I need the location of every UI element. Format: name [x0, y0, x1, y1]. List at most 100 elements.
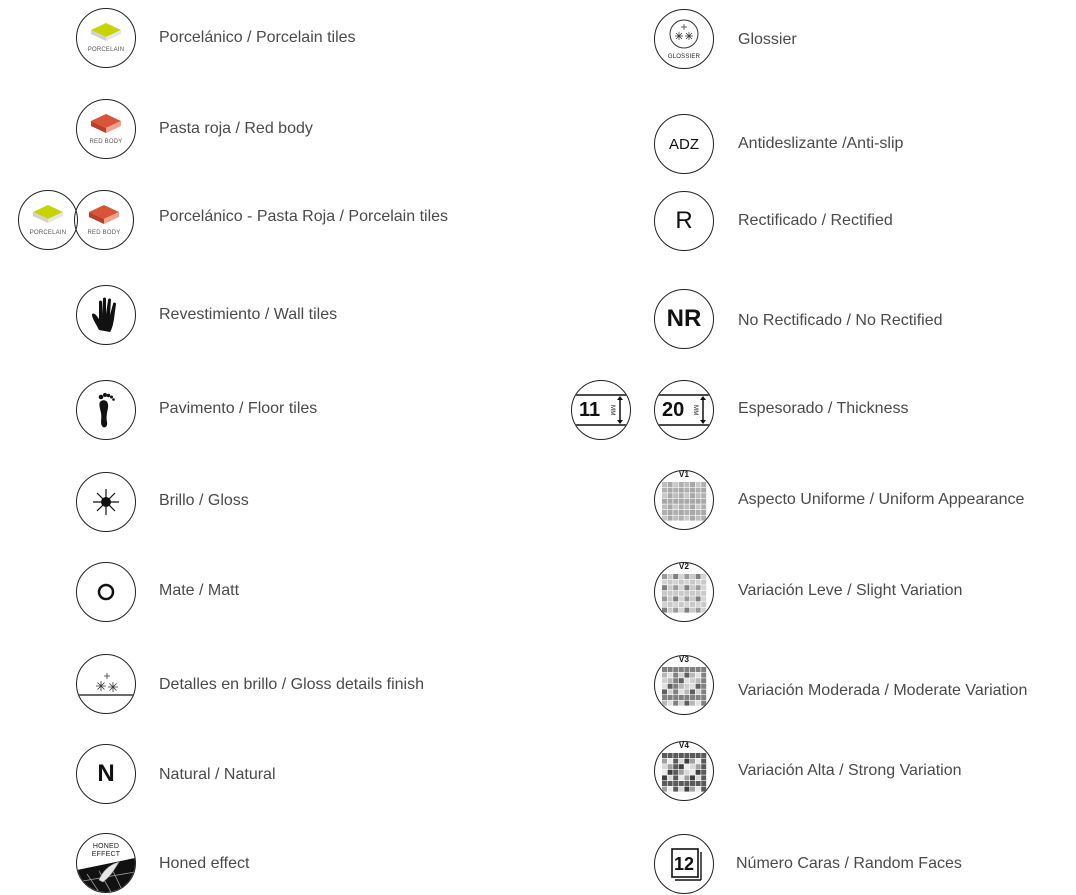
- variation-tile: [684, 498, 690, 504]
- variation-tile: [690, 585, 695, 591]
- variation-tile: [678, 769, 684, 775]
- variation-tile: [667, 672, 673, 678]
- variation-tile: [695, 510, 701, 515]
- variation-tile: [695, 786, 701, 792]
- legend-label: Espesorado / Thickness: [738, 400, 909, 417]
- legend-label: Antideslizante /Anti-slip: [738, 135, 904, 152]
- variation-tile: [662, 781, 667, 786]
- variation-tile: [684, 515, 690, 521]
- porcelain-caption: PORCELAIN: [87, 47, 125, 53]
- variation-tile: [695, 764, 701, 770]
- variation-tile: [684, 602, 690, 607]
- variation-tile: [667, 515, 673, 521]
- variation-tile: [673, 510, 679, 515]
- no-rectified-glyph: NR: [666, 305, 702, 332]
- variation-tile: [678, 758, 684, 764]
- variation-tile: [662, 753, 667, 758]
- variation-tile: [662, 775, 667, 781]
- variation-tile: [695, 753, 701, 758]
- variation-tile: [684, 695, 690, 700]
- variation-tile: [678, 498, 684, 504]
- variation-tile: [678, 504, 684, 510]
- variation-tile: [667, 695, 673, 700]
- variation-tile: [701, 574, 707, 579]
- variation-tile: [662, 769, 667, 775]
- porcelain-caption: PORCELAIN: [29, 230, 67, 236]
- variation-tile: [662, 607, 667, 613]
- variation-tile: [678, 602, 684, 607]
- variation-v2-icon: V2: [654, 562, 714, 622]
- variation-tile: [662, 596, 667, 602]
- honed-caption-2: EFFECT: [91, 851, 121, 858]
- variation-tile: [701, 764, 707, 770]
- variation-tile: [673, 678, 679, 684]
- variation-tile: [667, 689, 673, 695]
- variation-tile: [667, 781, 673, 786]
- legend-label: Glossier: [738, 31, 797, 48]
- variation-tile: [701, 786, 707, 792]
- variation-tile: [667, 487, 673, 493]
- variation-tile: [673, 590, 679, 596]
- variation-tile: [695, 590, 701, 596]
- variation-tile: [667, 602, 673, 607]
- variation-tile: [701, 493, 707, 499]
- variation-tile: [684, 769, 690, 775]
- variation-tile: [662, 672, 667, 678]
- variation-tile: [701, 753, 707, 758]
- variation-tile: [662, 667, 667, 672]
- variation-tile: [667, 678, 673, 684]
- honed-caption-1: HONED: [92, 843, 120, 850]
- variation-tile: [690, 758, 695, 764]
- variation-tile: [684, 487, 690, 493]
- natural-icon: N: [76, 744, 136, 804]
- legend-label: Aspecto Uniforme / Uniform Appearance: [738, 491, 1025, 508]
- variation-tile: [690, 764, 695, 770]
- variation-tile: [701, 504, 707, 510]
- glossier-caption: GLOSSIER: [667, 54, 701, 60]
- variation-tile: [667, 607, 673, 613]
- variation-tile: [673, 574, 679, 579]
- variation-tile: [701, 482, 707, 487]
- variation-tile: [690, 596, 695, 602]
- variation-tile: [673, 585, 679, 591]
- variation-tile: [678, 487, 684, 493]
- rectified-glyph: R: [675, 207, 693, 234]
- variation-tile: [690, 678, 695, 684]
- variation-tile: [684, 678, 690, 684]
- red-body-icon: RED BODY: [76, 99, 136, 159]
- variation-tile: [678, 678, 684, 684]
- variation-tile: [678, 596, 684, 602]
- legend-label: Variación Alta / Strong Variation: [738, 762, 962, 779]
- variation-tile: [673, 683, 679, 689]
- variation-tile: [690, 498, 695, 504]
- variation-tile: [701, 515, 707, 521]
- variation-tile: [701, 683, 707, 689]
- variation-tile: [684, 504, 690, 510]
- variation-tile: [667, 753, 673, 758]
- variation-tile: [667, 590, 673, 596]
- variation-tile: [690, 602, 695, 607]
- variation-tile: [667, 574, 673, 579]
- variation-tag: V4: [678, 741, 690, 750]
- variation-tile: [673, 775, 679, 781]
- variation-tile: [695, 695, 701, 700]
- variation-tile: [667, 585, 673, 591]
- variation-tile: [695, 574, 701, 579]
- legend-label: Mate / Matt: [159, 582, 240, 599]
- variation-tile: [690, 487, 695, 493]
- variation-tile: [695, 683, 701, 689]
- variation-tile: [684, 672, 690, 678]
- variation-tile: [690, 683, 695, 689]
- red-body-caption: RED BODY: [89, 139, 123, 145]
- variation-tile: [673, 786, 679, 792]
- variation-tile: [673, 579, 679, 585]
- variation-v3-icon: V3: [654, 655, 714, 715]
- variation-tile: [701, 695, 707, 700]
- variation-tile: [684, 579, 690, 585]
- variation-tile: [684, 482, 690, 487]
- variation-tile: [667, 683, 673, 689]
- glossier-icon: GLOSSIER: [654, 9, 714, 69]
- gloss-details-icon: [76, 654, 136, 714]
- legend-label: Número Caras / Random Faces: [736, 855, 962, 872]
- variation-tag: V3: [678, 655, 690, 664]
